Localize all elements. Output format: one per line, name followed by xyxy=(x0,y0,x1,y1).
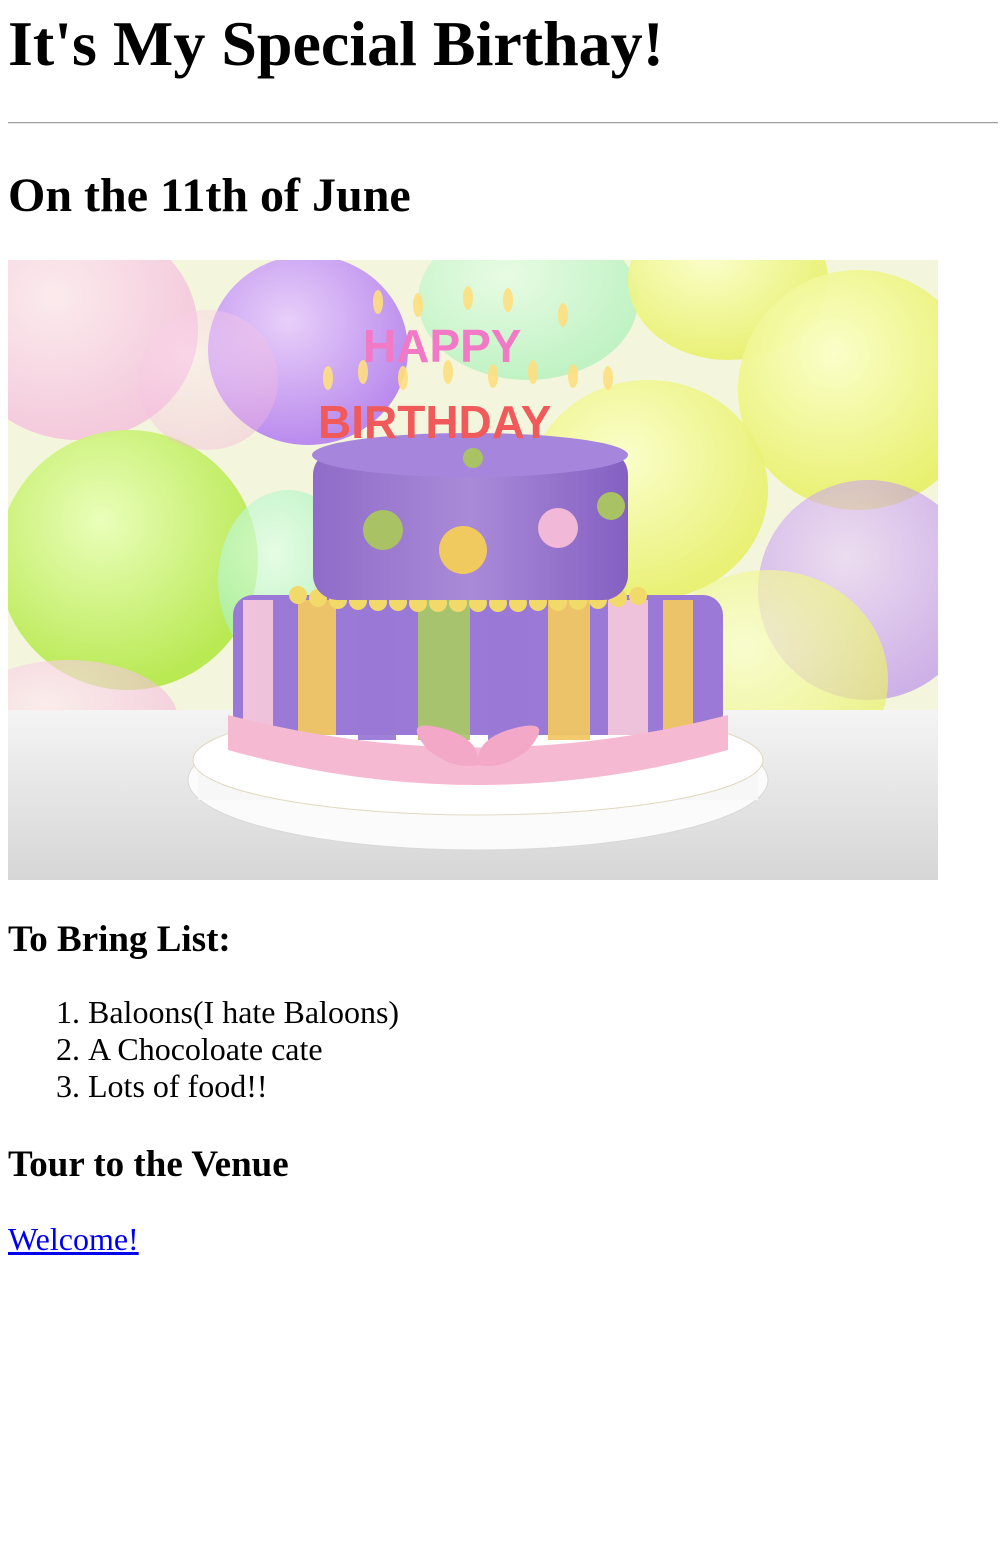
candle-letters-happy: HAPPY xyxy=(363,320,521,372)
list-item: A Chocoloate cate xyxy=(88,1031,998,1068)
welcome-link[interactable]: Welcome! xyxy=(8,1219,139,1259)
bring-list: Baloons(I hate Baloons) A Chocoloate cat… xyxy=(8,994,998,1105)
candle-letters-birthday: BIRTHDAY xyxy=(318,396,551,448)
birthday-cake-image: HAPPY BIRTHDAY xyxy=(8,260,938,880)
page: It's My Special Birthay! On the 11th of … xyxy=(0,0,1006,1259)
venue-heading: Tour to the Venue xyxy=(8,1144,289,1185)
date-heading: On the 11th of June xyxy=(8,169,411,222)
divider xyxy=(8,122,998,124)
bring-list-heading: To Bring List: xyxy=(8,919,231,960)
page-title: It's My Special Birthay! xyxy=(8,8,664,79)
list-item: Lots of food!! xyxy=(88,1068,998,1105)
list-item: Baloons(I hate Baloons) xyxy=(88,994,998,1031)
